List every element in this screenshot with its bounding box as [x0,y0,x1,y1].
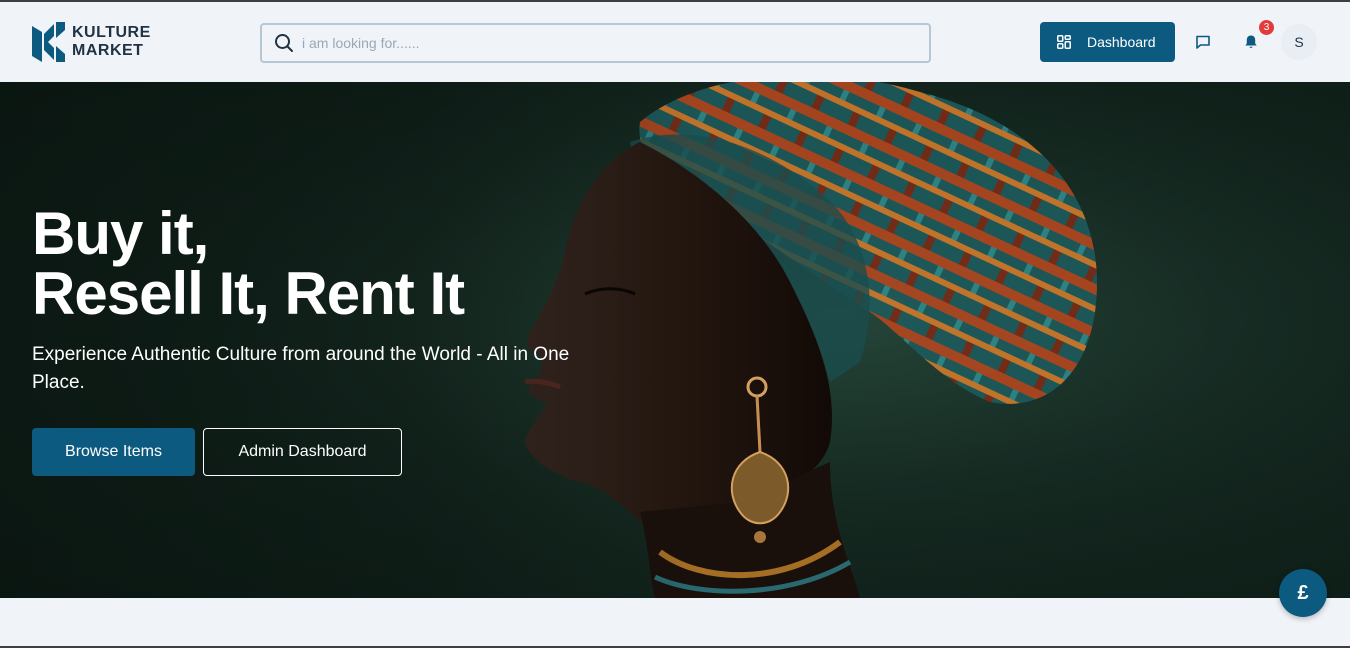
hero-banner: Buy it, Resell It, Rent It Experience Au… [0,82,1350,598]
chat-icon [1196,35,1210,49]
hero-title-line1: Buy it, [32,200,209,267]
hero-overlay [0,82,700,598]
search-input[interactable] [302,35,902,51]
user-avatar[interactable]: S [1281,24,1317,60]
dashboard-button-label: Dashboard [1087,34,1156,50]
top-navbar: KULTURE MARKET Dashboard [0,2,1350,82]
dashboard-button[interactable]: Dashboard [1040,22,1175,62]
search-bar[interactable] [260,23,931,63]
grid-icon [1057,35,1071,49]
hero-title: Buy it, Resell It, Rent It [32,200,465,327]
search-icon [274,33,294,53]
messages-button[interactable] [1193,32,1213,52]
bell-icon [1245,35,1257,49]
brand-logo[interactable]: KULTURE MARKET [32,22,151,62]
hero-title-line2: Resell It, Rent It [32,260,465,327]
brand-name-line1: KULTURE [72,24,151,41]
notification-count-badge: 3 [1259,20,1274,35]
currency-button[interactable]: £ [1279,569,1327,617]
brand-name: KULTURE MARKET [72,24,151,60]
browse-items-button[interactable]: Browse Items [32,428,195,476]
brand-name-line2: MARKET [72,42,144,59]
hero-subtitle: Experience Authentic Culture from around… [32,344,570,393]
admin-dashboard-button[interactable]: Admin Dashboard [203,428,402,476]
logo-mark-icon [32,22,65,62]
notifications-button[interactable] [1241,32,1261,52]
